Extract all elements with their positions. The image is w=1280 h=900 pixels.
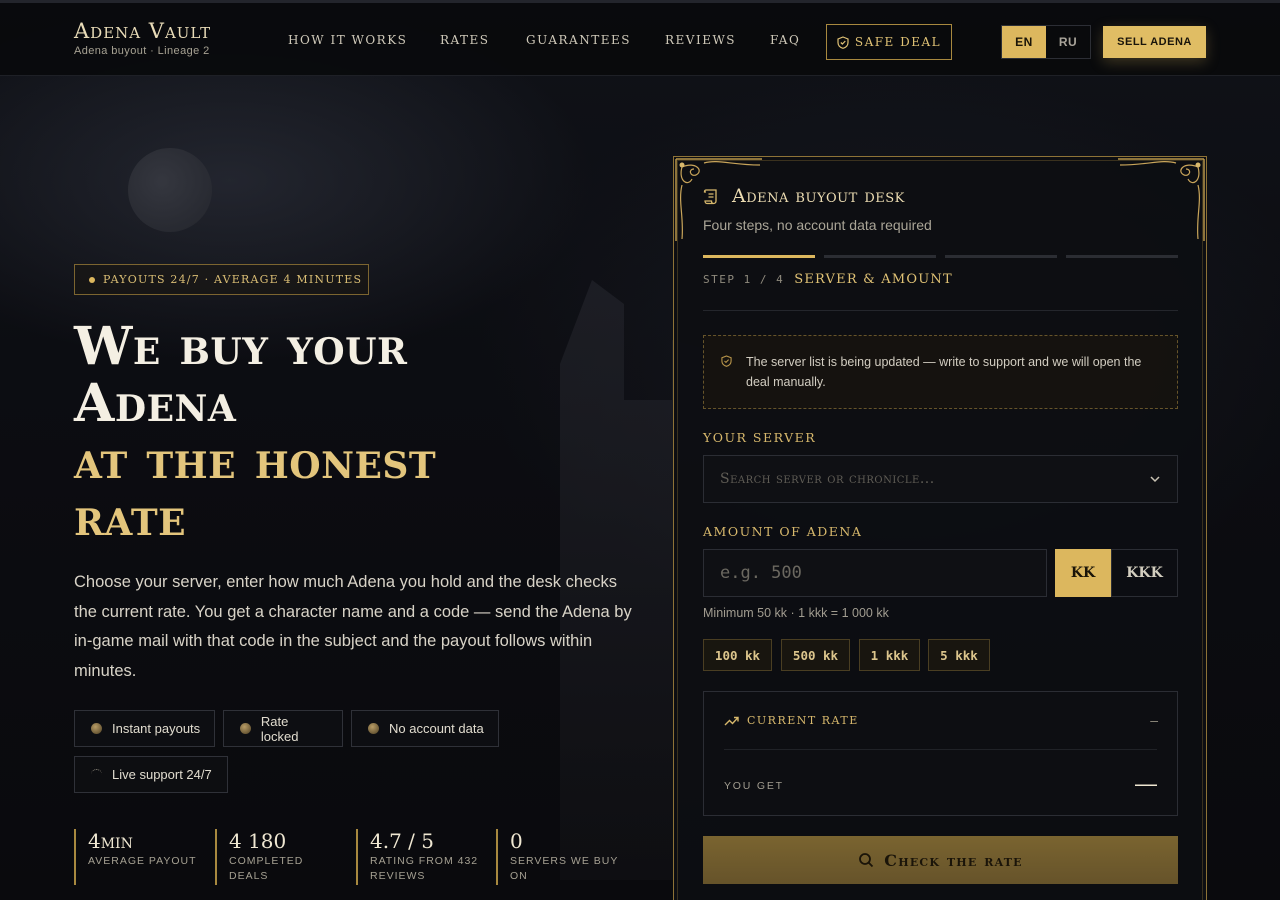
rate-summary-box: CURRENT RATE – YOU GET —: [703, 691, 1178, 816]
search-icon: [859, 853, 874, 868]
language-switcher: EN RU: [1001, 25, 1091, 59]
minimum-note: Minimum 50 kk · 1 kkk = 1 000 kk: [703, 606, 889, 620]
desk-title: Adena buyout desk: [703, 185, 905, 207]
shield-badge-icon: [368, 723, 379, 734]
stat-value: 0: [510, 829, 523, 853]
preset-chip-5kkk[interactable]: 5 kkk: [928, 639, 990, 671]
lang-en[interactable]: EN: [1002, 26, 1046, 58]
feature-instant-payouts: Instant payouts: [74, 710, 215, 747]
payouts-badge-text: PAYOUTS 24/7 · AVERAGE 4 MINUTES: [103, 273, 363, 286]
check-rate-label: Check the rate: [884, 850, 1023, 870]
step-bar-4: [1066, 255, 1178, 258]
step-indicator: STEP 1 / 4 SERVER & AMOUNT: [703, 272, 953, 287]
nav-faq[interactable]: FAQ: [770, 33, 800, 47]
lang-ru[interactable]: RU: [1046, 26, 1090, 58]
amount-label: AMOUNT OF ADENA: [703, 524, 863, 539]
payouts-badge: PAYOUTS 24/7 · AVERAGE 4 MINUTES: [74, 264, 369, 295]
divider: [703, 310, 1178, 311]
stat-label-2: REVIEWS: [370, 870, 426, 882]
safe-deal-button[interactable]: SAFE DEAL: [826, 24, 952, 60]
nav-how-it-works[interactable]: HOW IT WORKS: [288, 33, 407, 47]
top-navigation-bar: Adena Vault Adena buyout · Lineage 2 HOW…: [0, 0, 1280, 76]
server-select-placeholder: Search server or chronicle...: [720, 471, 935, 487]
stat-label: RATING FROM 432: [370, 855, 479, 867]
check-rate-button[interactable]: Check the rate: [703, 836, 1178, 884]
divider: [724, 749, 1157, 750]
preset-chip-1kkk[interactable]: 1 kkk: [859, 639, 920, 671]
current-rate-value: –: [1150, 712, 1158, 728]
hero-title-line2: Adena: [74, 373, 237, 434]
amount-placeholder: e.g. 500: [720, 563, 802, 583]
brand-name: Adena Vault: [74, 19, 212, 43]
hero-title-line4: rate: [74, 487, 187, 548]
chat-icon: [91, 769, 102, 780]
stat-value: 4 180: [229, 829, 287, 853]
stat-value: 4min: [88, 829, 133, 853]
stat-label: COMPLETED: [229, 855, 304, 867]
preset-chip-100kk[interactable]: 100 kk: [703, 639, 772, 671]
nav-guarantees[interactable]: GUARANTEES: [526, 33, 631, 47]
feature-label: Instant payouts: [112, 721, 201, 736]
corner-ornament-icon: [1118, 158, 1205, 241]
stat-completed-deals: 4 180 COMPLETED DEALS: [215, 829, 303, 885]
brand-logo[interactable]: Adena Vault Adena buyout · Lineage 2: [74, 18, 211, 57]
feature-label: No account data: [389, 721, 484, 736]
step-counter: STEP 1 / 4: [703, 273, 785, 286]
moon-decoration: [128, 148, 212, 232]
feature-rate-locked: Rate locked: [223, 710, 343, 747]
shield-icon: [837, 35, 849, 49]
feature-no-account-data: No account data: [351, 710, 499, 747]
unit-kk-toggle[interactable]: KK: [1055, 549, 1111, 597]
notice-text: The server list is being updated — write…: [746, 355, 1142, 389]
hero-title-line3: at the honest: [74, 430, 437, 491]
you-get-label: YOU GET: [724, 780, 784, 792]
step-bar-3: [945, 255, 1057, 258]
desk-subtitle: Four steps, no account data required: [703, 217, 932, 233]
current-rate-text: CURRENT RATE: [747, 714, 859, 727]
feature-label: Live support 24/7: [112, 767, 212, 782]
lock-icon: [240, 723, 251, 734]
step-progress: [703, 255, 1178, 258]
unit-kkk-toggle[interactable]: KKK: [1111, 549, 1178, 597]
stat-label: AVERAGE PAYOUT: [88, 855, 197, 867]
preset-chip-500kk[interactable]: 500 kk: [781, 639, 850, 671]
trending-up-icon: [724, 716, 739, 725]
sell-adena-button[interactable]: SELL ADENA: [1103, 26, 1206, 58]
stat-rating: 4.7 / 5 RATING FROM 432 REVIEWS: [356, 829, 478, 885]
chevron-down-icon: [1150, 476, 1160, 483]
stat-label: SERVERS WE BUY: [510, 855, 619, 867]
feature-label: Rate locked: [260, 713, 299, 744]
stat-average-payout: 4min AVERAGE PAYOUT: [74, 829, 197, 885]
status-dot-icon: [89, 276, 95, 283]
server-list-notice: The server list is being updated — write…: [703, 335, 1178, 409]
stat-label-2: ON: [510, 870, 528, 882]
you-get-value: —: [1135, 771, 1157, 796]
step-name: SERVER & AMOUNT: [794, 272, 953, 287]
brand-subtitle: Adena buyout · Lineage 2: [74, 45, 210, 57]
hero-title-line1: We buy your: [74, 316, 408, 377]
hero-description: Choose your server, enter how much Adena…: [74, 573, 632, 680]
stat-label-2: DEALS: [229, 870, 269, 882]
scroll-icon: [703, 188, 717, 204]
nav-reviews[interactable]: REVIEWS: [665, 33, 736, 47]
step-bar-2: [824, 255, 936, 258]
desk-title-text: Adena buyout desk: [732, 185, 905, 207]
server-select[interactable]: Search server or chronicle...: [703, 455, 1178, 503]
stat-value: 4.7 / 5: [370, 829, 434, 853]
coin-icon: [91, 723, 102, 734]
hero-title: We buy your Adena at the honest rate: [74, 318, 594, 546]
safe-deal-label: SAFE DEAL: [854, 35, 942, 49]
amount-input[interactable]: e.g. 500: [703, 549, 1047, 597]
step-bar-1: [703, 255, 815, 258]
shield-icon: [721, 355, 732, 367]
buyout-desk-panel: Adena buyout desk Four steps, no account…: [673, 156, 1207, 900]
feature-live-support: Live support 24/7: [74, 756, 228, 793]
nav-rates[interactable]: RATES: [440, 33, 490, 47]
stat-servers: 0 SERVERS WE BUY ON: [496, 829, 618, 885]
server-label: YOUR SERVER: [703, 430, 817, 445]
current-rate-label: CURRENT RATE: [724, 714, 859, 727]
